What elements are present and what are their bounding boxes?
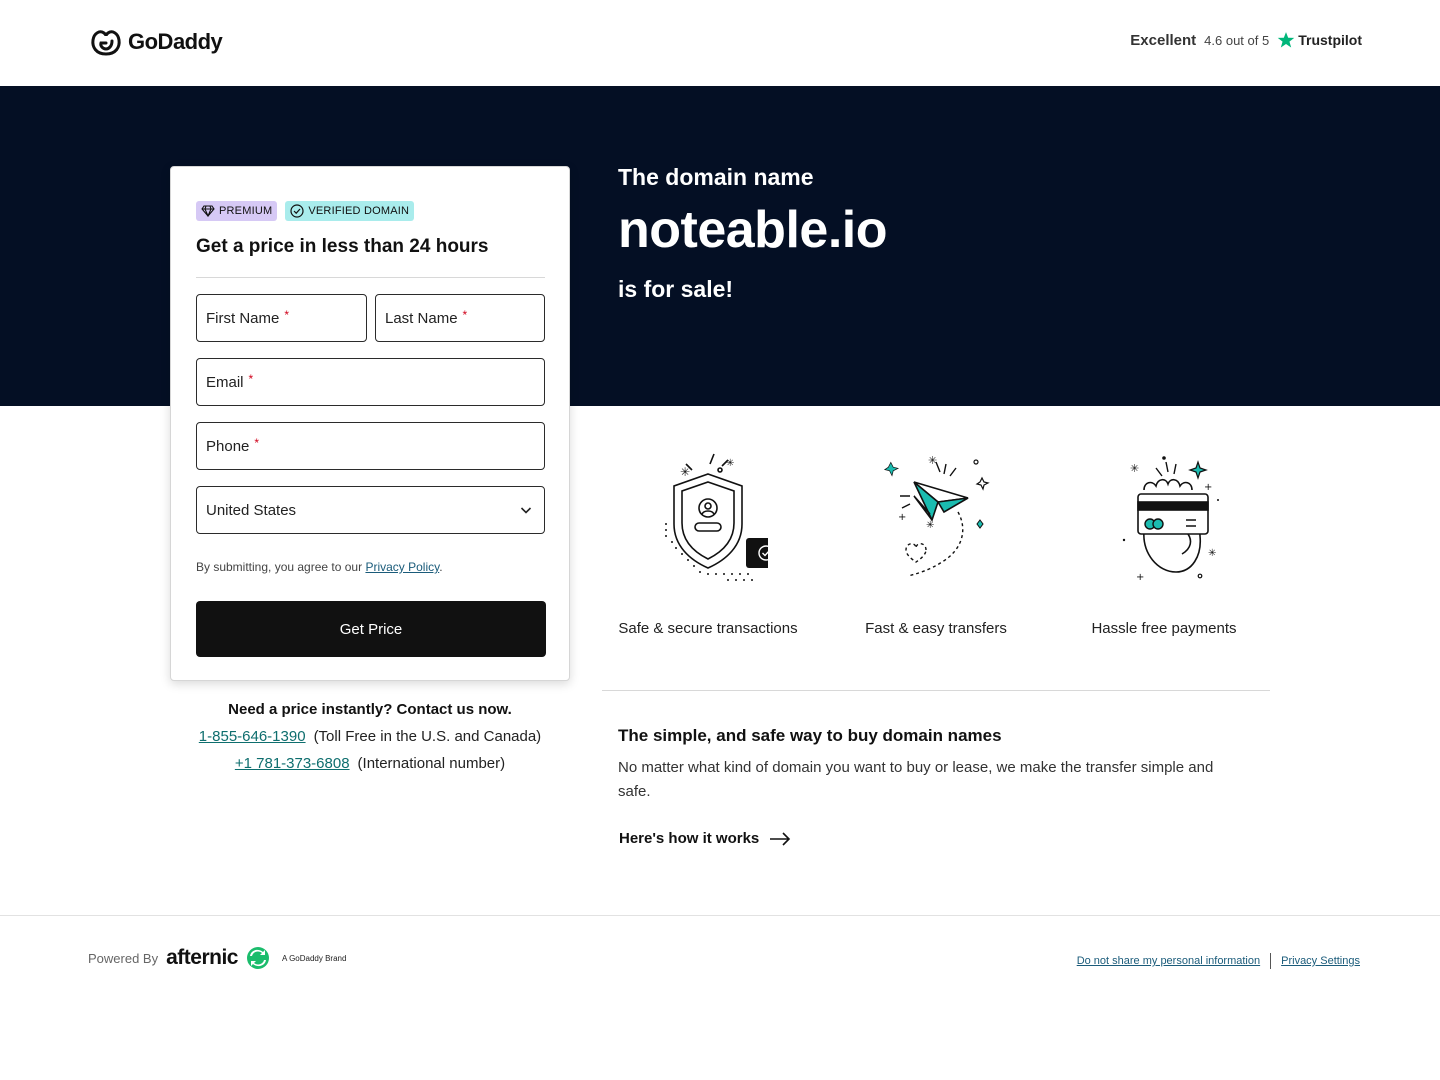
phone-label: Phone xyxy=(206,437,250,455)
required-mark: * xyxy=(254,436,260,450)
svg-text:✳: ✳ xyxy=(928,454,937,467)
required-mark: * xyxy=(462,308,468,322)
get-price-button[interactable]: Get Price xyxy=(196,601,546,657)
required-mark: * xyxy=(284,308,290,322)
feature-secure: ✳ ✳ Safe & secure transactions xyxy=(594,450,822,637)
footer-links: Do not share my personal information Pri… xyxy=(1077,953,1360,969)
svg-text:+: + xyxy=(898,512,906,523)
svg-text:✳: ✳ xyxy=(726,458,734,469)
section-divider xyxy=(602,690,1270,691)
card-payment-icon: ✳ + ✳ + xyxy=(1122,456,1219,583)
form-title: Get a price in less than 24 hours xyxy=(196,236,489,257)
country-value: United States xyxy=(206,501,297,519)
svg-text:✳: ✳ xyxy=(680,465,690,479)
trustpilot-text: Trustpilot xyxy=(1298,32,1362,48)
feature-transfer: ✳ ✳ + Fast & easy transfers xyxy=(822,450,1050,637)
last-name-field[interactable]: Last Name * xyxy=(375,294,545,342)
email-label: Email xyxy=(206,373,244,391)
powered-by: Powered By afternic A GoDaddy Brand xyxy=(88,946,346,970)
contact-line-international: +1 781-373-6808 (International number) xyxy=(170,755,570,772)
feature-payments: ✳ + ✳ + Hassle free payments xyxy=(1050,450,1278,637)
how-it-works-link[interactable]: Here's how it works xyxy=(619,830,791,847)
legal-suffix: . xyxy=(439,560,443,574)
powered-by-label: Powered By xyxy=(88,950,159,966)
rating-score: 4.6 out of 5 xyxy=(1204,32,1270,48)
trustpilot-logo: Trustpilot xyxy=(1277,31,1362,49)
last-name-label: Last Name xyxy=(385,309,458,327)
first-name-field[interactable]: First Name * xyxy=(196,294,367,342)
arrow-right-icon xyxy=(770,831,791,846)
premium-badge-label: PREMIUM xyxy=(219,205,273,217)
feature-secure-label: Safe & secure transactions xyxy=(618,620,798,637)
shield-icon: ✳ ✳ xyxy=(665,453,768,581)
check-circle-icon xyxy=(290,204,304,218)
verified-badge: VERIFIED DOMAIN xyxy=(285,201,415,221)
phone-field[interactable]: Phone * xyxy=(196,422,545,470)
premium-badge: PREMIUM xyxy=(196,201,278,221)
privacy-policy-link[interactable]: Privacy Policy xyxy=(365,560,439,574)
top-header: GoDaddy Excellent 4.6 out of 5 Trustpilo… xyxy=(0,0,1440,86)
svg-text:+: + xyxy=(1204,482,1212,493)
phone-tollfree-link[interactable]: 1-855-646-1390 xyxy=(199,728,306,745)
logo-text: GoDaddy xyxy=(128,29,223,54)
feature-payments-label: Hassle free payments xyxy=(1091,620,1237,637)
required-mark: * xyxy=(248,372,254,386)
verified-badge-label: VERIFIED DOMAIN xyxy=(308,205,410,217)
footer-divider xyxy=(0,915,1440,916)
form-divider xyxy=(196,277,545,278)
price-request-form: PREMIUM VERIFIED DOMAIN Get a price in l… xyxy=(170,166,570,681)
svg-text:✳: ✳ xyxy=(926,520,934,531)
rating-word: Excellent xyxy=(1130,31,1197,49)
godaddy-logo[interactable]: GoDaddy xyxy=(90,28,223,56)
contact-heading: Need a price instantly? Contact us now. xyxy=(228,701,512,718)
hero-for-sale: is for sale! xyxy=(618,276,734,302)
svg-text:✳: ✳ xyxy=(1208,548,1216,559)
phone-international-note: (International number) xyxy=(357,755,506,772)
godaddy-brand-tag: A GoDaddy Brand xyxy=(281,953,347,963)
svg-text:+: + xyxy=(1136,572,1144,583)
badge-row: PREMIUM VERIFIED DOMAIN xyxy=(196,201,415,221)
country-select[interactable]: United States xyxy=(196,486,545,534)
phone-tollfree-note: (Toll Free in the U.S. and Canada) xyxy=(313,728,542,745)
email-field[interactable]: Email * xyxy=(196,358,545,406)
legal-prefix: By submitting, you agree to our xyxy=(196,560,366,574)
legal-notice: By submitting, you agree to our Privacy … xyxy=(196,560,443,574)
diamond-icon xyxy=(201,205,215,217)
first-name-label: First Name xyxy=(206,309,280,327)
how-it-works-label: Here's how it works xyxy=(619,830,760,847)
afternic-logo[interactable]: afternic xyxy=(166,946,238,970)
paper-plane-icon: ✳ ✳ + xyxy=(883,454,990,577)
chevron-down-icon xyxy=(520,507,532,514)
godaddy-logo-icon xyxy=(91,30,121,56)
star-icon xyxy=(1277,32,1295,48)
hero-intro: The domain name xyxy=(618,164,814,190)
phone-international-link[interactable]: +1 781-373-6808 xyxy=(235,755,350,772)
domain-name: noteable.io xyxy=(618,201,887,259)
link-separator xyxy=(1270,953,1272,969)
info-body: No matter what kind of domain you want t… xyxy=(618,759,1214,800)
contact-line-tollfree: 1-855-646-1390 (Toll Free in the U.S. and… xyxy=(170,728,570,745)
svg-text:✳: ✳ xyxy=(1130,462,1139,475)
feature-transfer-label: Fast & easy transfers xyxy=(865,620,1007,637)
privacy-settings-link[interactable]: Privacy Settings xyxy=(1281,955,1360,967)
info-heading: The simple, and safe way to buy domain n… xyxy=(618,726,1002,745)
trustpilot-rating[interactable]: Excellent 4.6 out of 5 Trustpilot xyxy=(1130,31,1362,49)
afternic-logo-icon xyxy=(246,947,269,969)
do-not-share-link[interactable]: Do not share my personal information xyxy=(1077,955,1260,967)
